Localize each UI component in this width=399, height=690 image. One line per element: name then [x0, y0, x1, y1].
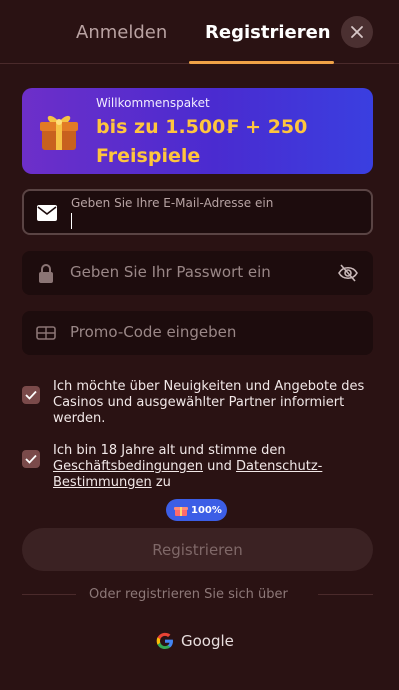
- close-button[interactable]: [341, 16, 373, 48]
- social-divider-label: Oder registrieren Sie sich über: [89, 587, 288, 602]
- email-field[interactable]: Geben Sie Ihre E-Mail-Adresse ein: [22, 189, 373, 235]
- promo-placeholder: Promo-Code eingeben: [70, 323, 237, 341]
- promo-code-field[interactable]: Promo-Code eingeben: [22, 311, 373, 355]
- age-consent-prefix: Ich bin 18 Jahre alt und stimme den: [53, 443, 286, 458]
- bonus-badge-label: 100%: [191, 504, 222, 516]
- register-submit-button[interactable]: Registrieren: [22, 528, 373, 571]
- auth-tabs: Anmelden Registrieren: [0, 0, 399, 64]
- email-label: Geben Sie Ihre E-Mail-Adresse ein: [71, 196, 274, 210]
- text-caret: [71, 213, 72, 229]
- eye-off-icon[interactable]: [337, 262, 359, 284]
- check-icon: [25, 454, 37, 464]
- banner-offer: bis zu 1.500₣ + 250 Freispiele: [96, 113, 307, 171]
- divider-line-left: [22, 594, 76, 595]
- password-placeholder: Geben Sie Ihr Passwort ein: [70, 263, 271, 281]
- bonus-badge: 100%: [166, 499, 227, 521]
- close-icon: [351, 26, 363, 38]
- check-icon: [25, 390, 37, 400]
- banner-offer-line1: bis zu 1.500₣ + 250: [96, 116, 308, 138]
- tab-login[interactable]: Anmelden: [76, 22, 167, 43]
- welcome-banner: Willkommenspaket bis zu 1.500₣ + 250 Fre…: [22, 88, 373, 174]
- age-consent-and: und: [207, 459, 232, 474]
- lock-icon: [39, 264, 53, 283]
- envelope-icon: [37, 205, 57, 221]
- banner-subtitle: Willkommenspaket: [96, 96, 210, 110]
- age-consent-text: Ich bin 18 Jahre alt und stimme den Gesc…: [53, 443, 373, 491]
- divider-line-right: [318, 594, 373, 595]
- google-signup-button[interactable]: Google: [155, 631, 234, 651]
- active-tab-indicator: [189, 61, 334, 64]
- age-consent-suffix: zu: [155, 475, 171, 490]
- age-checkbox[interactable]: [22, 450, 40, 468]
- news-consent-text: Ich möchte über Neuigkeiten und Angebote…: [53, 379, 365, 426]
- password-field[interactable]: Geben Sie Ihr Passwort ein: [22, 251, 373, 295]
- gift-icon: [174, 507, 188, 516]
- tab-register[interactable]: Registrieren: [205, 22, 331, 43]
- google-label: Google: [181, 632, 234, 650]
- google-icon: [156, 632, 173, 649]
- banner-offer-line2: Freispiele: [96, 145, 201, 167]
- news-checkbox[interactable]: [22, 386, 40, 404]
- terms-link[interactable]: Geschäftsbedingungen: [53, 459, 203, 474]
- gift-icon: [40, 115, 78, 150]
- promo-ticket-icon: [36, 326, 56, 340]
